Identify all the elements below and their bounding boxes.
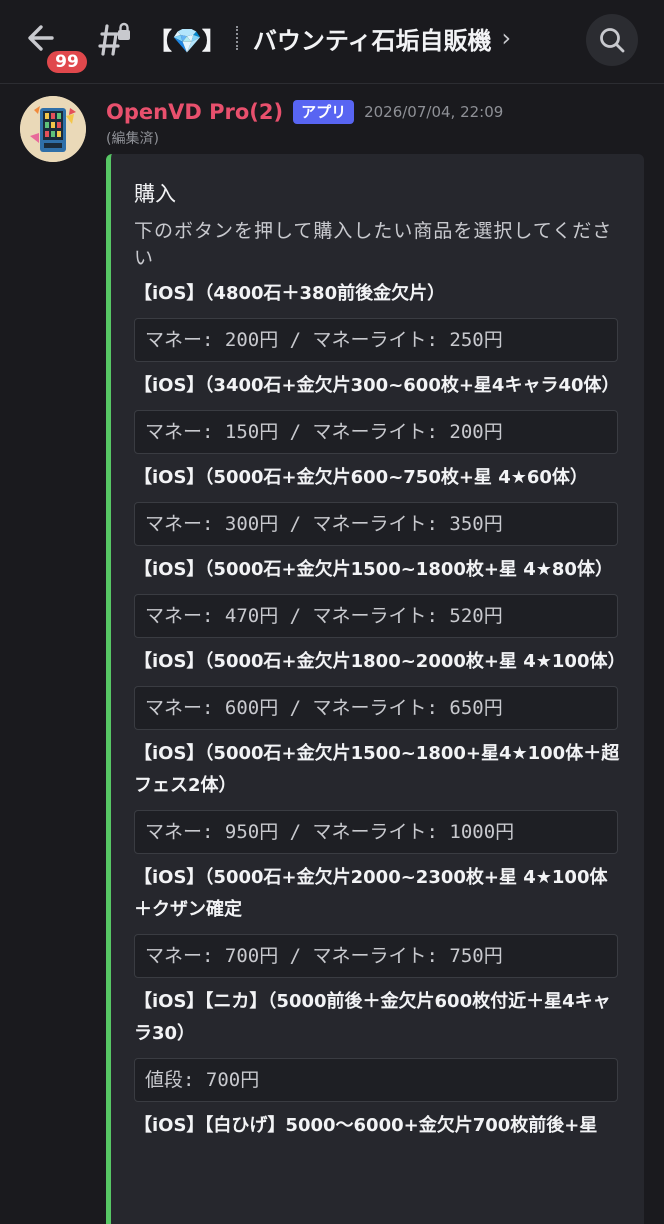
price-field: マネー: 470円 / マネーライト: 520円 bbox=[134, 594, 618, 638]
product-label: 【iOS】（5000石+金欠片1800~2000枚+星 4★100体） bbox=[134, 651, 626, 672]
price-field: 値段: 700円 bbox=[134, 1058, 618, 1102]
edited-label: (編集済) bbox=[106, 131, 159, 147]
author-name[interactable]: OpenVD Pro(2) bbox=[106, 100, 283, 124]
vending-machine-icon bbox=[20, 96, 86, 162]
search-button[interactable] bbox=[586, 14, 638, 66]
price-field: マネー: 300円 / マネーライト: 350円 bbox=[134, 502, 618, 546]
channel-header: 99 【💎】 バウンティ石垢自販機 › bbox=[0, 0, 664, 84]
price-field: マネー: 200円 / マネーライト: 250円 bbox=[134, 318, 618, 362]
chevron-right-icon: › bbox=[501, 24, 512, 52]
embed-title: 購入 bbox=[134, 182, 176, 206]
product-label: 【iOS】（5000石+金欠片2000~2300枚+星 4★100体＋クザン確定 bbox=[134, 867, 608, 920]
price-field: マネー: 700円 / マネーライト: 750円 bbox=[134, 934, 618, 978]
embed-description: 下のボタンを押して購入したい商品を選択してください bbox=[134, 220, 613, 269]
timestamp: 2026/07/04, 22:09 bbox=[364, 103, 504, 121]
app-tag: アプリ bbox=[293, 100, 355, 124]
product-label: 【iOS】（3400石+金欠片300~600枚+星4キャラ40体） bbox=[134, 375, 620, 396]
search-icon bbox=[600, 28, 625, 53]
product-label: 【iOS】（5000石+金欠片600~750枚+星 4★60体） bbox=[134, 467, 588, 488]
price-field: マネー: 150円 / マネーライト: 200円 bbox=[134, 410, 618, 454]
title-divider bbox=[235, 26, 239, 50]
product-label: 【iOS】【ニカ】（5000前後＋金欠片600枚付近＋星4キャラ30） bbox=[134, 991, 611, 1044]
product-label: 【iOS】（5000石+金欠片1500~1800枚+星 4★80体） bbox=[134, 559, 613, 580]
embed: 購入 下のボタンを押して購入したい商品を選択してください 【iOS】（4800石… bbox=[106, 154, 644, 1224]
price-field: マネー: 600円 / マネーライト: 650円 bbox=[134, 686, 618, 730]
price-field: マネー: 950円 / マネーライト: 1000円 bbox=[134, 810, 618, 854]
channel-title[interactable]: 【💎】 バウンティ石垢自販機 › bbox=[148, 18, 511, 58]
product-label: 【iOS】（4800石＋380前後金欠片） bbox=[134, 283, 446, 304]
unread-badge: 99 bbox=[44, 48, 90, 76]
product-label: 【iOS】【白ひげ】5000〜6000+金欠片700枚前後+星 bbox=[134, 1115, 598, 1136]
channel-hash-lock-icon bbox=[94, 20, 134, 60]
channel-name: バウンティ石垢自販機 bbox=[252, 26, 492, 55]
message-header: OpenVD Pro(2) アプリ 2026/07/04, 22:09 bbox=[106, 100, 503, 124]
product-label: 【iOS】（5000石+金欠片1500~1800+星4★100体＋超フェス2体） bbox=[134, 743, 620, 796]
avatar[interactable] bbox=[20, 96, 86, 162]
channel-prefix: 【💎】 bbox=[148, 26, 226, 55]
